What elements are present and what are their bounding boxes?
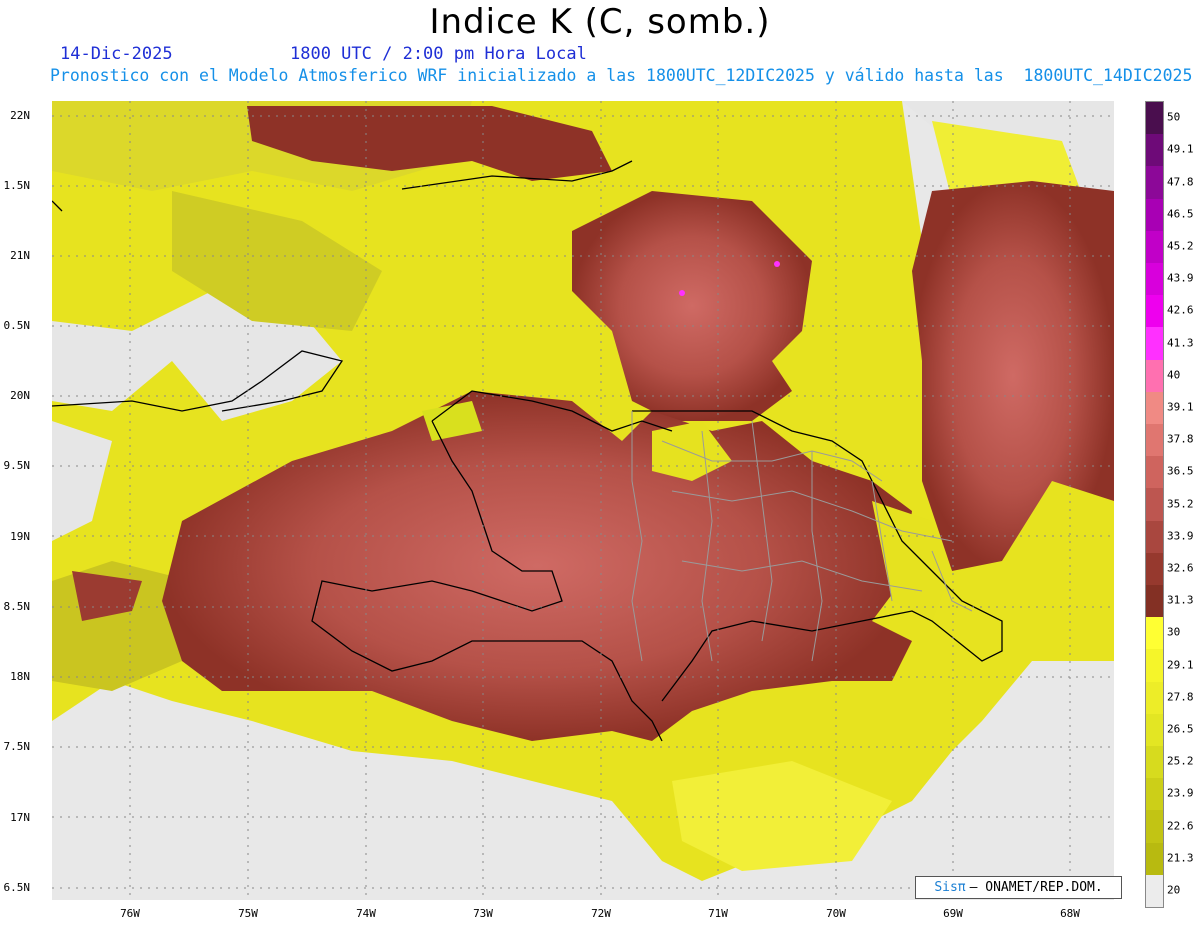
- lat-label: 7.5N: [3, 740, 31, 753]
- map-title: Indice K (C, somb.): [429, 2, 771, 42]
- lat-label: 17N: [10, 811, 30, 824]
- colorbar-segment: [1146, 134, 1163, 167]
- colorbar-segment: [1146, 295, 1163, 328]
- colorbar-segment: [1146, 520, 1163, 554]
- lat-label: 9.5N: [3, 459, 31, 472]
- lon-label: 75W: [238, 907, 258, 920]
- colorbar-segment: [1146, 649, 1163, 683]
- map-field: [52, 101, 1114, 900]
- lon-label: 72W: [591, 907, 611, 920]
- colorbar-segment: [1146, 263, 1163, 296]
- lon-label: 76W: [120, 907, 140, 920]
- lat-label: 19N: [10, 530, 30, 543]
- colorbar-label: 46.5: [1167, 207, 1194, 221]
- colorbar-segment: [1146, 842, 1163, 876]
- colorbar-segment: [1146, 102, 1163, 135]
- colorbar-segment: [1146, 166, 1163, 200]
- lat-label: 21N: [10, 249, 30, 262]
- colorbar-label: 40: [1167, 368, 1181, 382]
- colorbar-label: 49.1: [1167, 142, 1194, 156]
- colorbar-label: 21.3: [1167, 851, 1194, 865]
- colorbar-label: 20: [1167, 883, 1181, 897]
- forecast-date: 14-Dic-2025: [60, 44, 173, 64]
- colorbar-segment: [1146, 424, 1163, 457]
- colorbar-label: 25.2: [1167, 754, 1194, 768]
- lon-label: 73W: [473, 907, 493, 920]
- credit-brand: Sisπ: [934, 880, 966, 895]
- colorbar-segment: [1146, 391, 1163, 425]
- lon-label: 68W: [1060, 907, 1080, 920]
- colorbar-label: 37.8: [1167, 432, 1194, 446]
- colorbar-segment: [1146, 552, 1163, 586]
- colorbar-segment: [1146, 778, 1163, 811]
- forecast-subtitle: Pronostico con el Modelo Atmosferico WRF…: [50, 66, 1193, 85]
- colorbar-label: 36.5: [1167, 464, 1194, 478]
- lon-label: 70W: [826, 907, 846, 920]
- credit-text: – ONAMET/REP.DOM.: [969, 880, 1103, 895]
- colorbar-segment: [1146, 198, 1163, 232]
- colorbar-label: 45.2: [1167, 239, 1194, 253]
- colorbar-label: 41.3: [1167, 336, 1194, 349]
- colorbar-label: 22.6: [1167, 819, 1194, 832]
- colorbar-label: 43.9: [1167, 271, 1194, 285]
- colorbar-segment: [1146, 585, 1163, 618]
- lat-label: 6.5N: [3, 881, 31, 894]
- colorbar-label: 39.1: [1167, 400, 1194, 414]
- forecast-map: [52, 101, 1114, 900]
- lon-label: 69W: [943, 907, 963, 920]
- colorbar-label: 32.6: [1167, 561, 1194, 575]
- colorbar-segment: [1146, 456, 1163, 489]
- colorbar-segment: [1146, 810, 1163, 844]
- colorbar-label: 26.5: [1167, 722, 1194, 736]
- colorbar-segment: [1146, 617, 1163, 650]
- colorbar-label: 30: [1167, 625, 1181, 639]
- lon-label: 71W: [708, 907, 728, 920]
- colorbar-segment: [1146, 746, 1163, 779]
- colorbar-segment: [1146, 681, 1163, 715]
- lat-label: 22N: [10, 109, 30, 122]
- colorbar-label: 31.3: [1167, 593, 1194, 607]
- lat-label: 0.5N: [3, 319, 31, 332]
- colorbar-segment: [1146, 488, 1163, 522]
- lat-label: 1.5N: [3, 179, 31, 192]
- colorbar-label: 33.9: [1167, 529, 1194, 543]
- colorbar-label: 35.2: [1167, 497, 1194, 510]
- colorbar-segment: [1146, 230, 1163, 264]
- colorbar-label: 23.9: [1167, 786, 1194, 800]
- lat-label: 8.5N: [3, 600, 31, 613]
- colorbar-label: 47.8: [1167, 175, 1194, 188]
- colorbar-segment: [1146, 713, 1163, 747]
- colorbar-segment: [1146, 359, 1163, 393]
- colorbar-label: 50: [1167, 110, 1181, 124]
- forecast-time: 1800 UTC / 2:00 pm Hora Local: [290, 44, 587, 64]
- credit-box: Sisπ – ONAMET/REP.DOM.: [915, 876, 1122, 899]
- colorbar-label: 42.6: [1167, 303, 1194, 317]
- lat-label: 20N: [10, 389, 30, 402]
- lon-label: 74W: [356, 907, 376, 920]
- colorbar-label: 29.1: [1167, 658, 1194, 671]
- colorbar-segment: [1146, 874, 1163, 908]
- colorbar-segment: [1146, 327, 1163, 361]
- colorbar: [1145, 101, 1164, 908]
- lat-label: 18N: [10, 670, 30, 683]
- colorbar-label: 27.8: [1167, 690, 1194, 704]
